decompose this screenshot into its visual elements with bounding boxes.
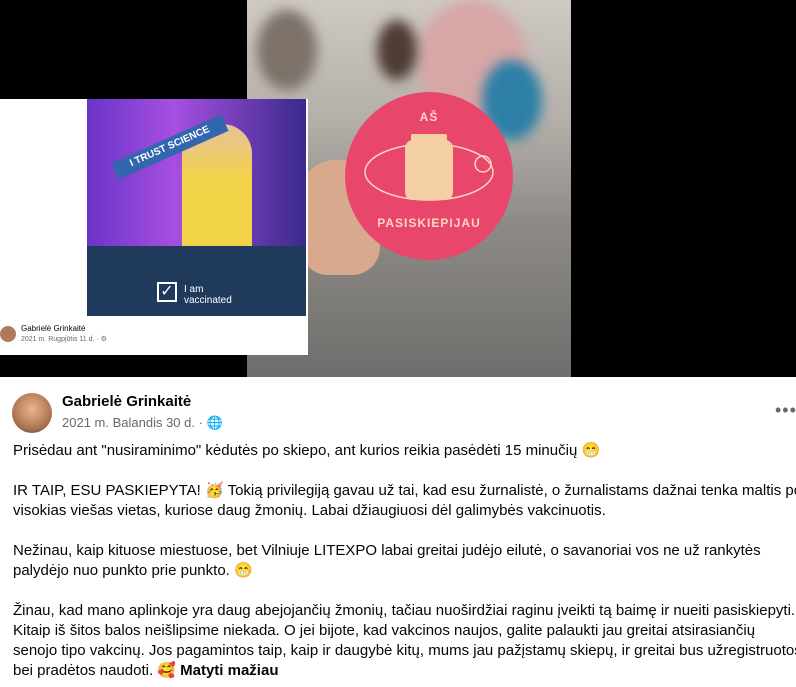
- see-less-link[interactable]: Matyti mažiau: [180, 662, 278, 679]
- background-person: [257, 10, 317, 90]
- post-paragraph-3: Nežinau, kaip kituose miestuose, bet Vil…: [13, 542, 761, 579]
- sticker-bottom-text: PASISKIEPIJAU: [377, 216, 481, 230]
- vaccinated-label: I am vaccinated: [184, 284, 244, 306]
- more-options-icon[interactable]: •••: [775, 400, 796, 421]
- embedded-date[interactable]: 2021 m. Rugpjūtis 11 d. · ⚙: [21, 335, 107, 343]
- embedded-author[interactable]: Gabrielė Grinkaitė: [21, 324, 85, 333]
- checkbox-icon: ✓: [157, 282, 177, 302]
- vaccine-vial-icon: [364, 134, 494, 201]
- post-paragraph-2: IR TAIP, ESU PASKIEPYTA! 🥳 Tokią privile…: [13, 482, 796, 519]
- background-person: [377, 20, 417, 80]
- post-photo-area[interactable]: AŠ PASISKIEPIJAU I TRUST SCIENCE ✓ I am …: [0, 0, 796, 377]
- vaccinated-line1: I am: [184, 284, 204, 295]
- post-date[interactable]: 2021 m. Balandis 30 d. · 🌐: [62, 415, 223, 431]
- vaccinated-line2: vaccinated: [184, 295, 232, 306]
- post-paragraph-1: Prisėdau ant "nusiraminimo" kėdutės po s…: [13, 442, 601, 459]
- vaccination-sticker: AŠ PASISKIEPIJAU: [345, 92, 513, 260]
- post-author[interactable]: Gabrielė Grinkaitė: [62, 393, 191, 410]
- post-paragraph-4-text: Žinau, kad mano aplinkoje yra daug abejo…: [13, 602, 796, 679]
- avatar[interactable]: [12, 393, 52, 433]
- embedded-avatar[interactable]: [0, 326, 16, 342]
- post-paragraph-4: Žinau, kad mano aplinkoje yra daug abejo…: [13, 601, 796, 681]
